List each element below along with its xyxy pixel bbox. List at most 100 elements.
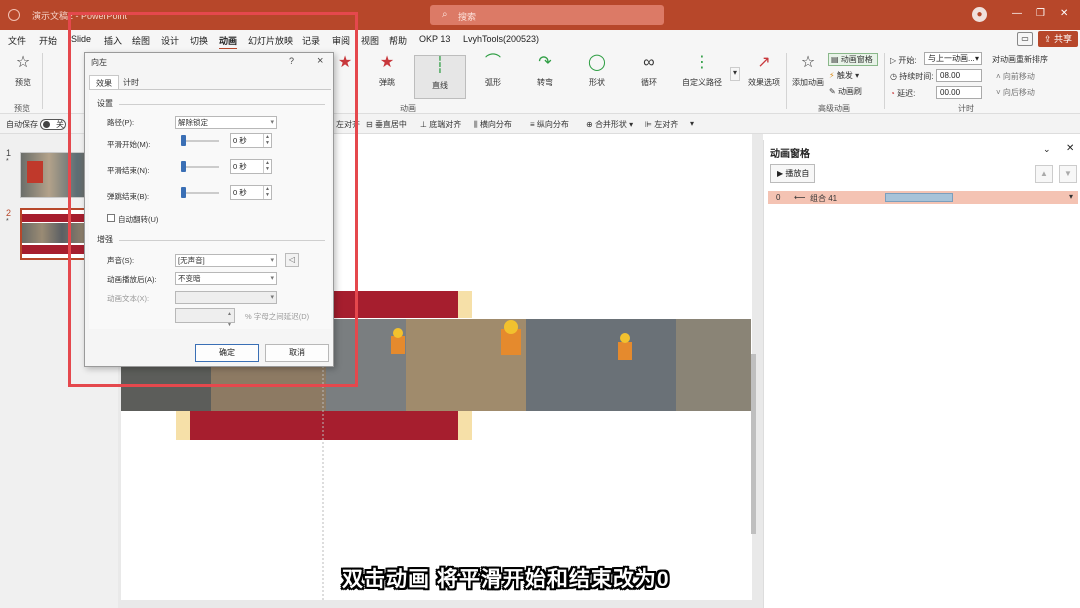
align-bottom-icon: ⊥ (420, 120, 427, 129)
distribute-horizontal-button[interactable]: ⫼ 横向分布 (474, 119, 512, 130)
align-middle-button[interactable]: ⊟ 垂直居中 (366, 119, 407, 130)
align-left-icon: ⊫ (645, 120, 652, 129)
bounce-star-icon: ★ (379, 54, 395, 71)
toolbar-more[interactable]: ▾ (690, 119, 694, 128)
chevron-down-icon[interactable]: ▾ (1069, 192, 1073, 201)
animation-pane-button[interactable]: ▤ 动画窗格 (828, 53, 878, 66)
move-down-button[interactable]: ▼ (1059, 165, 1077, 183)
worker-vest-2 (618, 342, 632, 360)
gallery-more-button[interactable]: ▾ (730, 67, 740, 81)
animation-item-index: 0 (776, 193, 781, 202)
thumb-2-star: * (6, 218, 9, 225)
shape-path-icon: ◯ (588, 54, 606, 71)
effect-line[interactable]: ┆ 直线 (414, 55, 466, 99)
worker-helmet-3 (393, 328, 403, 338)
painter-icon: ✎ (829, 87, 836, 96)
minimize-button[interactable]: — (1012, 8, 1022, 19)
photo-6 (676, 319, 751, 411)
animation-group-label: 动画 (400, 104, 416, 113)
duration-input[interactable]: 08.00 (936, 69, 982, 82)
move-earlier-button[interactable]: ˄ 向前移动 (996, 71, 1035, 82)
animation-timeline-bar[interactable] (885, 193, 953, 202)
merge-shapes-button[interactable]: ⊕ 合并形状 ▾ (586, 119, 633, 130)
close-window-button[interactable]: ✕ (1060, 8, 1068, 19)
align-left-button-2[interactable]: ⊫ 左对齐 (645, 119, 678, 130)
motion-path-icon: ⟵ (794, 193, 806, 202)
distribute-vertical-button[interactable]: ≡ 纵向分布 (530, 119, 569, 130)
reorder-label: 对动画重新排序 (992, 55, 1048, 64)
duration-label: ◷ 持续时间: (890, 72, 934, 81)
menu-view[interactable]: 视图 (361, 34, 379, 47)
slide-vertical-scrollbar[interactable] (751, 354, 756, 534)
comments-icon[interactable]: ▭ (1017, 32, 1033, 46)
menu-help[interactable]: 帮助 (389, 34, 407, 47)
start-dropdown[interactable]: 与上一动画... ▾ (924, 52, 982, 65)
effect-shape[interactable]: ◯ 形状 (582, 53, 612, 97)
highlight-annotation-box (68, 12, 358, 387)
restore-button[interactable]: ❐ (1036, 8, 1045, 19)
play-icon: ▶ (777, 169, 784, 178)
advanced-group-label: 高级动画 (818, 104, 850, 113)
video-play-overlay-icon (526, 277, 557, 317)
thumb-2-number: 2 (6, 208, 12, 218)
pane-icon: ▤ (831, 55, 839, 64)
move-later-button[interactable]: ˅ 向后移动 (996, 87, 1035, 98)
video-caption: 双击动画 将平滑开始和结束改为0 (342, 568, 670, 591)
menu-home[interactable]: 开始 (39, 34, 57, 47)
timing-group-label: 计时 (958, 104, 974, 113)
align-middle-icon: ⊟ (366, 120, 373, 129)
line-path-icon: ┆ (435, 57, 445, 74)
effect-bounce[interactable]: ★ 弹跳 (372, 53, 402, 97)
user-avatar[interactable]: ● (972, 7, 987, 22)
effect-options-button[interactable]: ↗ 效果选项 (746, 53, 782, 97)
loop-path-icon: ∞ (643, 54, 655, 71)
chevron-down-icon: ▾ (732, 68, 737, 77)
effect-loop[interactable]: ∞ 循环 (634, 53, 664, 97)
menu-file[interactable]: 文件 (8, 34, 26, 47)
start-label: ▷ 开始: (890, 56, 917, 65)
align-bottom-button[interactable]: ⊥ 底端对齐 (420, 119, 461, 130)
worker-helmet-1 (504, 320, 518, 334)
effect-arc[interactable]: ⌒ 弧形 (478, 53, 508, 97)
menu-lvyhtools[interactable]: LvyhTools(200523) (463, 34, 539, 44)
bottom-red-banner (176, 411, 472, 440)
effect-options-icon: ↗ (757, 54, 771, 71)
menu-okp[interactable]: OKP 13 (419, 34, 450, 44)
preview-star-icon: ☆ (15, 54, 31, 71)
search-box[interactable]: ⌕ 搜索 (430, 5, 664, 25)
animation-pane-title: 动画窗格 (770, 149, 810, 160)
effect-turn[interactable]: ↷ 转弯 (530, 53, 560, 97)
effect-custom-path[interactable]: ⋮ 自定义路径 (680, 53, 724, 97)
clock-icon: ◷ (890, 72, 897, 81)
preview-button[interactable]: ☆ 预览 (8, 53, 38, 97)
autosave-state: 关 (56, 120, 64, 129)
delay-label: ◔ 延迟: (890, 89, 916, 98)
add-animation-button[interactable]: ☆ 添加动画 (790, 53, 826, 97)
down-arrow-icon: ˅ (996, 88, 1001, 97)
play-from-button[interactable]: ▶ 播放自 (770, 164, 815, 183)
trigger-button[interactable]: ⚡ 触发 ▾ (829, 70, 859, 81)
close-icon[interactable]: ✕ (1066, 143, 1074, 154)
search-placeholder: 搜索 (458, 12, 477, 22)
animation-painter-button[interactable]: ✎ 动画刷 (829, 86, 862, 97)
chevron-down-icon: ▾ (974, 54, 979, 63)
turn-path-icon: ↷ (538, 54, 552, 71)
chevron-down-icon[interactable]: ⌄ (1043, 144, 1051, 155)
bottom-banner-cap-left (176, 411, 190, 440)
share-button[interactable]: ⇪ 共享 (1038, 31, 1078, 47)
delay-clock-icon: ◔ (890, 89, 895, 98)
search-icon: ⌕ (442, 9, 448, 20)
distribute-vertical-icon: ≡ (530, 120, 535, 129)
photo-5 (526, 319, 676, 411)
move-up-button[interactable]: ▲ (1035, 165, 1053, 183)
preview-group-label: 预览 (14, 104, 30, 113)
play-icon: ▷ (890, 56, 897, 65)
autosave-label: 自动保存 (6, 120, 38, 129)
animation-list-item[interactable]: 0 ⟵ 组合 41 ▾ (768, 191, 1078, 204)
merge-shapes-icon: ⊕ (586, 120, 593, 129)
delay-input[interactable]: 00.00 (936, 86, 982, 99)
animation-item-name: 组合 41 (810, 194, 838, 203)
add-star-icon: ☆ (800, 54, 816, 71)
bottom-banner-cap-right (458, 411, 472, 440)
thumb-1-star: * (6, 158, 9, 165)
